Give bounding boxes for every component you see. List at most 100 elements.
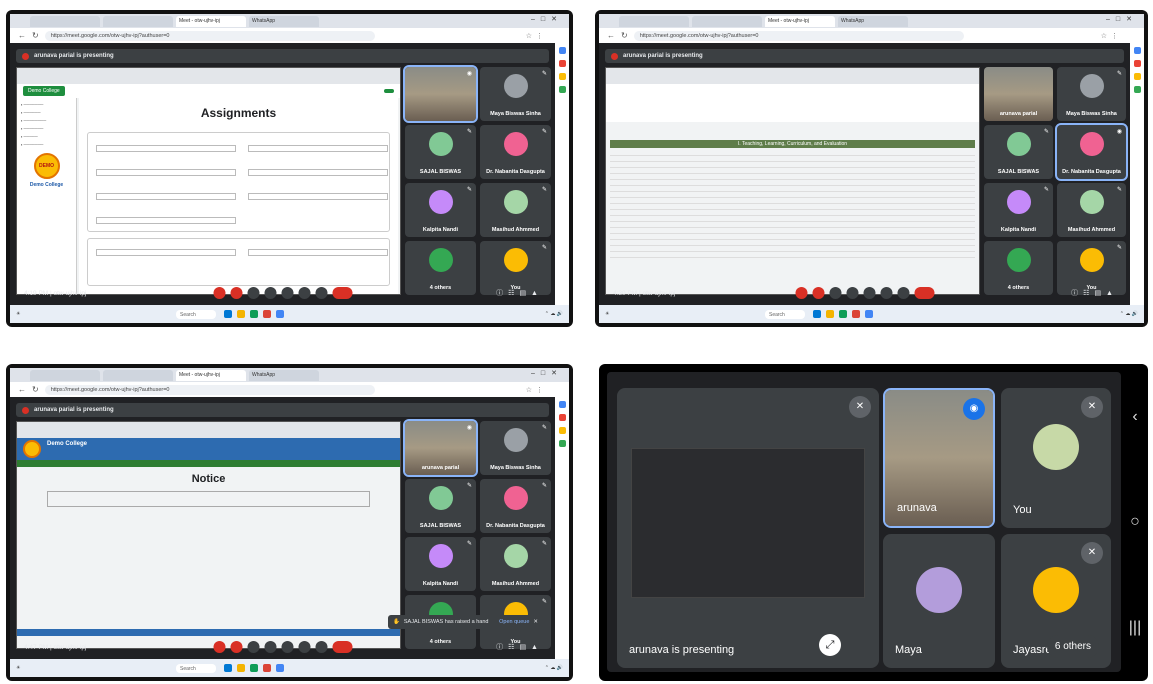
end-call-button[interactable] — [332, 641, 352, 653]
mic-icon[interactable] — [213, 287, 225, 299]
extension-icons[interactable]: ☆⋮ — [526, 386, 547, 394]
taskbar-search[interactable]: Search — [176, 309, 216, 319]
participant-tile[interactable]: Maya — [883, 534, 995, 668]
end-call-button[interactable] — [332, 287, 352, 299]
taskbar-app-icon[interactable] — [224, 310, 232, 318]
browser-tab[interactable] — [619, 15, 689, 27]
form-field[interactable] — [248, 249, 388, 256]
taskbar-app-icon[interactable] — [276, 664, 284, 672]
browser-tab[interactable] — [692, 15, 762, 27]
sidebar-item[interactable]: ▪ ─────── — [21, 126, 72, 131]
sidebar-item[interactable]: ▪ ─────── — [21, 102, 72, 107]
side-app-icon[interactable] — [558, 401, 566, 408]
participant-tile[interactable]: ✎ Kalpita Nandi — [405, 537, 476, 591]
back-icon[interactable]: ‹ — [1132, 408, 1137, 426]
participant-tile[interactable]: ✎ Maya Biswas Sinha — [480, 67, 551, 121]
system-tray[interactable]: ⌃ ☁ 🔊 — [545, 311, 563, 317]
taskbar-app-icon[interactable] — [237, 310, 245, 318]
browser-tab[interactable]: WhatsApp — [249, 15, 319, 27]
side-app-icon[interactable] — [558, 86, 566, 93]
emoji-icon[interactable] — [846, 287, 858, 299]
taskbar-app-icon[interactable] — [250, 310, 258, 318]
form-field[interactable] — [248, 169, 388, 176]
side-app-icon[interactable] — [558, 60, 566, 67]
form-field[interactable] — [96, 193, 236, 200]
participant-tile[interactable]: ✎ Masihud Ahmmed — [480, 183, 551, 237]
form-field[interactable] — [96, 217, 236, 224]
side-app-icon[interactable] — [558, 440, 566, 447]
sidebar-item[interactable]: ▪ ───── — [21, 134, 72, 139]
side-app-icon[interactable] — [558, 73, 566, 80]
mic-icon[interactable] — [213, 641, 225, 653]
form-field[interactable] — [96, 169, 236, 176]
taskbar-app-icon[interactable] — [250, 664, 258, 672]
participant-tile[interactable]: ✎ Kalpita Nandi — [984, 183, 1053, 237]
home-icon[interactable]: ○ — [1130, 513, 1140, 531]
emoji-icon[interactable] — [264, 641, 276, 653]
present-icon[interactable] — [863, 287, 875, 299]
raise-hand-icon[interactable] — [880, 287, 892, 299]
url-field[interactable]: https://meet.google.com/otw-ujhv-ipj?aut… — [44, 30, 375, 41]
present-icon[interactable] — [281, 641, 293, 653]
participant-tile[interactable]: ✕ Jayasree 6 others — [1001, 534, 1111, 668]
side-panel-icons[interactable]: ⓘ☷▤▲ — [496, 288, 543, 298]
side-app-icon[interactable] — [558, 414, 566, 421]
form-field[interactable] — [248, 145, 388, 152]
taskbar-app-icon[interactable] — [865, 310, 873, 318]
more-options-icon[interactable] — [315, 641, 327, 653]
browser-tab-active[interactable]: Meet - otw-ujhv-ipj — [765, 15, 835, 27]
open-queue-link[interactable]: Open queue — [499, 619, 529, 625]
participant-tile[interactable]: ◉ Dr. Nabanita Dasgupta — [1055, 123, 1128, 181]
participant-tile-self[interactable]: ✕ You — [1001, 388, 1111, 528]
system-tray[interactable]: ⌃ ☁ 🔊 — [1120, 311, 1138, 317]
mic-icon[interactable] — [795, 287, 807, 299]
fullscreen-icon[interactable]: ⤢ — [819, 634, 841, 656]
browser-tab[interactable] — [30, 15, 100, 27]
signout-badge[interactable] — [384, 89, 394, 93]
participant-tile[interactable]: ✎ Maya Biswas Sinha — [480, 421, 551, 475]
raise-hand-icon[interactable] — [298, 287, 310, 299]
back-icon[interactable]: ← — [18, 31, 26, 40]
side-panel-icons[interactable]: ⓘ☷▤▲ — [1071, 288, 1118, 298]
participant-tile[interactable]: ✎ Masihud Ahmmed — [1057, 183, 1126, 237]
extension-icons[interactable]: ☆⋮ — [1101, 32, 1122, 40]
participant-tile[interactable]: ✎ SAJAL BISWAS — [405, 125, 476, 179]
taskbar-app-icon[interactable] — [276, 310, 284, 318]
participant-tile[interactable]: ✎ Kalpita Nandi — [405, 183, 476, 237]
emoji-icon[interactable] — [264, 287, 276, 299]
others-count[interactable]: 6 others — [1046, 635, 1099, 658]
browser-tab[interactable] — [103, 369, 173, 381]
browser-tab[interactable] — [103, 15, 173, 27]
taskbar-app-icon[interactable] — [237, 664, 245, 672]
taskbar-app-icon[interactable] — [852, 310, 860, 318]
form-field[interactable] — [96, 249, 236, 256]
browser-tab[interactable]: WhatsApp — [249, 369, 319, 381]
side-panel-icons[interactable]: ⓘ☷▤▲ — [496, 642, 543, 652]
camera-icon[interactable] — [812, 287, 824, 299]
browser-tab[interactable] — [30, 369, 100, 381]
participant-tile[interactable]: ◉ arunava — [883, 388, 995, 528]
reload-icon[interactable]: ↻ — [32, 385, 39, 394]
sidebar-item[interactable]: ▪ ─────── — [21, 142, 72, 147]
nav-menu[interactable] — [17, 460, 400, 467]
participant-tile[interactable]: arunava parial — [984, 67, 1053, 121]
taskbar-app-icon[interactable] — [813, 310, 821, 318]
sidebar-item[interactable]: ▪ ────── — [21, 110, 72, 115]
raise-hand-icon[interactable] — [298, 641, 310, 653]
taskbar-app-icon[interactable] — [263, 310, 271, 318]
captions-icon[interactable] — [247, 641, 259, 653]
taskbar-search[interactable]: Search — [176, 663, 216, 673]
window-controls[interactable]: –□✕ — [531, 15, 563, 23]
more-options-icon[interactable] — [897, 287, 909, 299]
participant-tile[interactable]: ◉ arunava parial — [403, 419, 478, 477]
side-app-icon[interactable] — [1133, 60, 1141, 67]
side-app-icon[interactable] — [1133, 47, 1141, 54]
sidebar-item[interactable]: ▪ ──────── — [21, 118, 72, 123]
participant-tile[interactable]: ✎ Masihud Ahmmed — [480, 537, 551, 591]
window-controls[interactable]: –□✕ — [1106, 15, 1138, 23]
url-field[interactable]: https://meet.google.com/otw-ujhv-ipj?aut… — [633, 30, 964, 41]
close-icon[interactable]: ✕ — [533, 619, 538, 625]
form-field[interactable] — [248, 193, 388, 200]
more-options-icon[interactable] — [315, 287, 327, 299]
end-call-button[interactable] — [914, 287, 934, 299]
